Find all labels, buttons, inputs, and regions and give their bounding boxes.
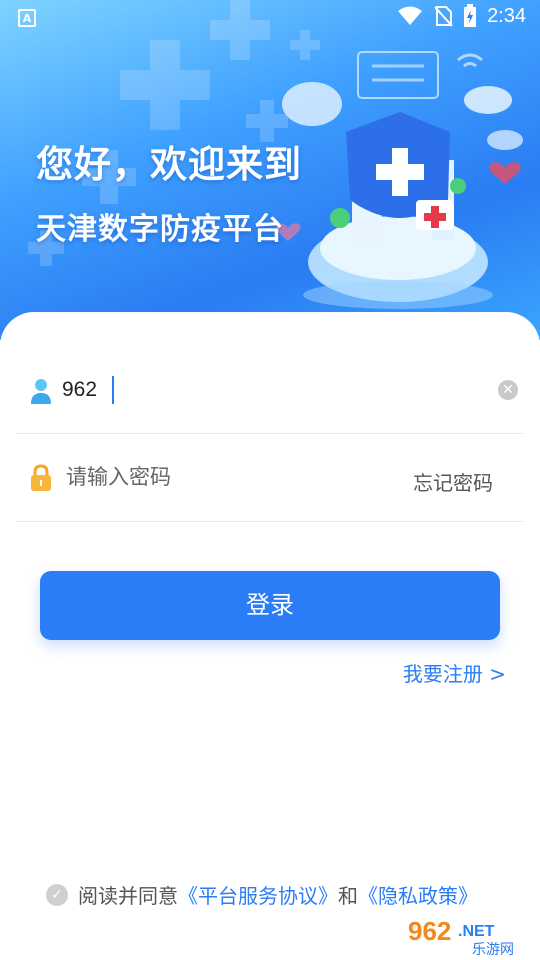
notification-app-icon: A — [18, 9, 36, 27]
username-row: ✕ — [16, 348, 523, 434]
watermark-suffix: .NET — [458, 923, 495, 940]
forgot-password-link[interactable]: 忘记密码 — [413, 467, 493, 496]
agreement-prefix: 阅读并同意 — [78, 884, 178, 908]
wifi-icon — [398, 6, 423, 25]
password-row: 忘记密码 — [16, 436, 523, 522]
no-sim-icon — [434, 6, 453, 27]
agreement-row: ✓ 阅读并同意 《平台服务协议》 和 《隐私政策》 — [46, 880, 478, 909]
agree-checkbox[interactable]: ✓ — [46, 883, 68, 906]
status-bar: A 2:34 — [0, 0, 540, 36]
register-link[interactable]: 我要注册 > — [403, 658, 506, 687]
password-input[interactable] — [66, 466, 386, 490]
hero-banner: A 2:34 您好，欢迎来到 天津数字防疫平台 — [0, 0, 540, 340]
site-watermark-logo: 962 .NET 乐游网 — [402, 912, 538, 958]
service-agreement-link[interactable]: 《平台服务协议》 — [178, 880, 338, 909]
battery-charging-icon — [464, 4, 477, 27]
text-cursor — [112, 376, 114, 404]
privacy-policy-link[interactable]: 《隐私政策》 — [358, 880, 478, 909]
user-icon — [31, 379, 51, 404]
login-button[interactable]: 登录 — [40, 571, 500, 640]
status-time: 2:34 — [487, 4, 526, 27]
lock-icon — [31, 464, 51, 491]
watermark-name: 乐游网 — [472, 942, 514, 958]
agreement-conjunction: 和 — [338, 884, 358, 908]
login-screen: A 2:34 您好，欢迎来到 天津数字防疫平台 ✕ 忘记密码 登录 — [0, 0, 540, 960]
clear-input-icon[interactable]: ✕ — [498, 380, 518, 400]
watermark-number: 962 — [408, 916, 451, 946]
platform-name: 天津数字防疫平台 — [36, 212, 284, 247]
greeting-title: 您好，欢迎来到 — [36, 142, 302, 186]
username-input[interactable] — [62, 378, 462, 402]
status-icons: 2:34 — [397, 4, 526, 28]
